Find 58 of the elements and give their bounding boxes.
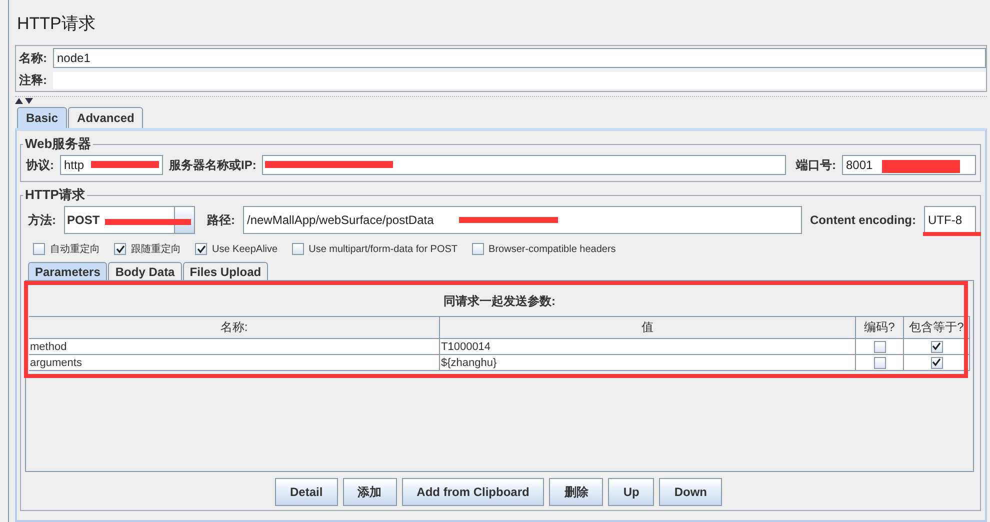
option-label: Use multipart/form-data for POST bbox=[308, 244, 458, 254]
action-button[interactable]: Add from Clipboard bbox=[402, 478, 544, 506]
action-button[interactable]: 删除 bbox=[549, 478, 604, 506]
path-field[interactable]: /newMallApp/webSurface/postData bbox=[243, 206, 802, 234]
column-header: 包含等于? bbox=[904, 317, 970, 339]
method-dropdown[interactable]: POST bbox=[64, 206, 195, 234]
checkbox[interactable] bbox=[33, 243, 45, 255]
encoding-label: Content encoding: bbox=[810, 213, 916, 227]
group-title: Web服务器 bbox=[24, 135, 92, 153]
column-header: 编码? bbox=[856, 317, 904, 339]
option-label: 自动重定向 bbox=[50, 242, 100, 256]
checkbox[interactable] bbox=[114, 243, 126, 255]
column-header: 名称: bbox=[29, 317, 440, 339]
checkbox[interactable] bbox=[472, 243, 484, 255]
protocol-field[interactable]: http bbox=[60, 155, 163, 175]
name-field[interactable]: node1 bbox=[53, 48, 986, 68]
encoding-field[interactable]: UTF-8 bbox=[924, 206, 976, 234]
table-cell: ${zhanghu} bbox=[440, 355, 856, 371]
port-label: 端口号: bbox=[796, 156, 836, 174]
expand-up-icon[interactable] bbox=[15, 98, 23, 104]
action-button[interactable]: Detail bbox=[274, 478, 338, 506]
checkbox[interactable] bbox=[874, 356, 886, 368]
server-label: 服务器名称或IP: bbox=[169, 156, 256, 174]
comment-field[interactable] bbox=[53, 72, 986, 89]
redaction-mark bbox=[91, 161, 159, 168]
option-label: Browser-compatible headers bbox=[488, 244, 616, 254]
action-button[interactable]: 添加 bbox=[342, 478, 397, 506]
path-label: 路径: bbox=[207, 212, 235, 228]
protocol-label: 协议: bbox=[26, 156, 54, 174]
tab[interactable]: Body Data bbox=[108, 262, 182, 280]
tab[interactable]: Advanced bbox=[68, 107, 144, 128]
checkbox[interactable] bbox=[930, 356, 942, 368]
action-button[interactable]: Down bbox=[659, 478, 722, 506]
checkbox[interactable] bbox=[874, 340, 886, 352]
option-label: 跟随重定向 bbox=[131, 242, 181, 256]
server-field[interactable] bbox=[262, 155, 786, 175]
panel-title: HTTP请求 bbox=[17, 13, 96, 35]
port-field[interactable]: 8001 bbox=[842, 155, 976, 175]
table-cell: arguments bbox=[29, 355, 440, 371]
redaction-mark bbox=[923, 232, 981, 236]
option-label: Use KeepAlive bbox=[212, 244, 278, 254]
method-label: 方法: bbox=[28, 212, 56, 228]
path-text: /newMallApp/webSurface/postData bbox=[247, 213, 434, 227]
comment-label: 注释: bbox=[19, 72, 47, 89]
column-header: 值 bbox=[440, 317, 856, 339]
checkbox[interactable] bbox=[292, 243, 304, 255]
tab[interactable]: Parameters bbox=[28, 262, 108, 280]
collapse-down-icon[interactable] bbox=[25, 98, 33, 104]
checkbox[interactable] bbox=[195, 243, 207, 255]
name-label: 名称: bbox=[19, 50, 47, 66]
tab[interactable]: Files Upload bbox=[182, 262, 268, 280]
group-title: HTTP请求 bbox=[24, 186, 86, 204]
table-cell: T1000014 bbox=[440, 339, 856, 355]
table-caption: 同请求一起发送参数: bbox=[442, 293, 556, 310]
tab[interactable]: Basic bbox=[17, 107, 68, 128]
checkbox[interactable] bbox=[930, 340, 942, 352]
table-cell: method bbox=[29, 339, 440, 355]
action-button[interactable]: Up bbox=[608, 478, 654, 506]
